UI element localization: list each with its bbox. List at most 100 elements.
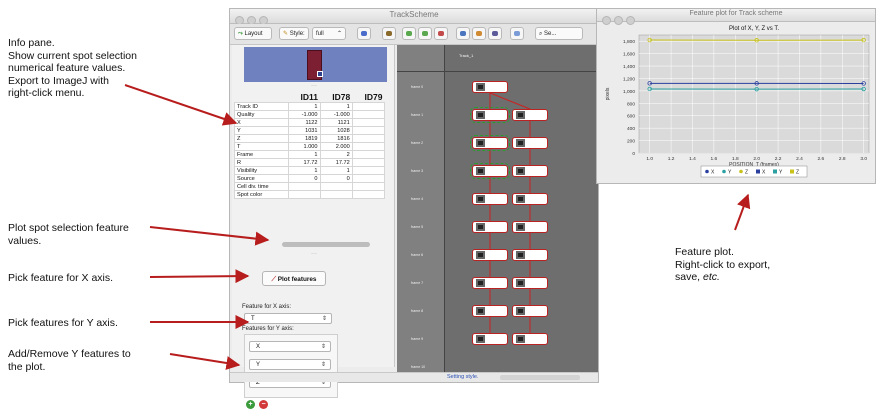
display-icon[interactable] [357, 27, 371, 40]
style-select[interactable]: full ⌃ [312, 27, 346, 40]
y-feature-select[interactable]: Y⇕ [249, 359, 331, 370]
spot-node[interactable] [472, 221, 508, 233]
annotation-feature-plot: Feature plot. Right-click to export, sav… [675, 246, 770, 284]
spot-node[interactable] [512, 137, 548, 149]
spot-node[interactable] [472, 81, 508, 93]
spot-node[interactable] [472, 277, 508, 289]
spot-thumbnail-icon [476, 279, 485, 287]
legend-label: Z [796, 170, 799, 176]
frame-label: frame 5 [411, 225, 423, 229]
y-feature-value: X [256, 344, 260, 350]
spot-node[interactable] [472, 249, 508, 261]
spot-node[interactable] [512, 249, 548, 261]
info-pane[interactable]: ··· ID11 ID78 ID79 Track ID11Quality-1.0… [232, 45, 395, 367]
y-tick-label: 1,800 [623, 39, 635, 45]
annotation-y-axis: Pick features for Y axis. [8, 317, 118, 330]
spot-node[interactable] [512, 109, 548, 121]
frame-label: frame 8 [411, 309, 423, 313]
x-tick-label: 1.2 [668, 156, 675, 162]
table-row: X11221121 [235, 119, 385, 127]
spot-node[interactable] [472, 165, 508, 177]
annotation-line: Pick feature for X axis. [8, 272, 113, 285]
spot-thumbnail-icon [476, 223, 485, 231]
layout-label: Layout [244, 31, 262, 37]
trackscheme-graph[interactable]: Track_1 frame 0frame 1frame 2frame 3fram… [397, 45, 598, 377]
spot-node[interactable] [472, 109, 508, 121]
spot-node[interactable] [472, 333, 508, 345]
feature-value-cell [352, 119, 384, 127]
trackscheme-toolbar: ⤳ Layout ✎ Style: full ⌃ ⌕ Se... [230, 24, 598, 45]
spot-thumbnail-icon [476, 195, 485, 203]
table-scrollbar[interactable] [282, 242, 370, 247]
spot-node[interactable] [512, 333, 548, 345]
spot-node[interactable] [512, 193, 548, 205]
search-field[interactable]: ⌕ Se... [535, 27, 583, 40]
splitter-dots[interactable]: ··· [311, 251, 317, 257]
feature-chart[interactable]: Plot of X, Y, Z vs T.02004006008001,0001… [597, 21, 875, 183]
refresh-icon[interactable] [456, 27, 470, 40]
spot-node[interactable] [472, 305, 508, 317]
splitter-dots[interactable]: ··· [311, 83, 317, 89]
spot-node[interactable] [512, 277, 548, 289]
x-feature-select[interactable]: T⇕ [244, 313, 332, 324]
column-header: ID79 [352, 91, 384, 103]
y-feature-select[interactable]: X⇕ [249, 341, 331, 352]
spot-thumbnail-icon [516, 279, 525, 287]
feature-value-cell [352, 191, 384, 199]
feature-name-cell: X [235, 119, 289, 127]
feature-name-cell: Track ID [235, 103, 289, 111]
zoom-out-icon[interactable] [418, 27, 432, 40]
plot-features-button[interactable]: ⟋ Plot features [262, 271, 326, 286]
feature-value-cell [352, 135, 384, 143]
feature-value-cell [320, 191, 352, 199]
feature-table-body: Track ID11Quality-1.000-1.000X11221121Y1… [235, 103, 385, 199]
spot-thumbnail-icon [476, 83, 485, 91]
spot-thumbnail-icon [516, 139, 525, 147]
remove-feature-button[interactable]: − [259, 400, 268, 409]
y-tick-label: 400 [627, 126, 635, 132]
frame-label: frame 9 [411, 337, 423, 341]
style-icon: ✎ [283, 31, 288, 37]
table-corner [235, 91, 289, 103]
feature-value-cell: 2 [320, 151, 352, 159]
track-edge [490, 93, 530, 109]
table-row: T1.0002.000 [235, 143, 385, 151]
window-title: Feature plot for Track scheme [597, 10, 875, 17]
export-icon[interactable] [488, 27, 502, 40]
spot-node[interactable] [512, 221, 548, 233]
annotation-line: Show current spot selection [8, 50, 137, 63]
plot-area [639, 35, 869, 153]
zoom-fit-icon[interactable] [434, 27, 448, 40]
feature-value-cell [289, 191, 321, 199]
pen-icon[interactable] [382, 27, 396, 40]
feature-value-cell [352, 175, 384, 183]
feature-value-cell: 17.72 [289, 159, 321, 167]
feature-value-cell: 1819 [289, 135, 321, 143]
feature-value-cell: -1.000 [320, 111, 352, 119]
spot-node[interactable] [512, 165, 548, 177]
spot-node[interactable] [512, 305, 548, 317]
spot-thumbnail-icon [516, 195, 525, 203]
capture-icon[interactable] [472, 27, 486, 40]
annotation-line: the plot. [8, 361, 131, 374]
zoom-in-icon[interactable] [402, 27, 416, 40]
feature-value-cell: 1122 [289, 119, 321, 127]
outline-icon[interactable] [510, 27, 524, 40]
y-feature-value: Y [256, 362, 260, 368]
table-row: Track ID11 [235, 103, 385, 111]
legend-marker [722, 170, 726, 174]
spot-node[interactable] [472, 193, 508, 205]
feature-plot-window[interactable]: Feature plot for Track scheme Plot of X,… [596, 8, 876, 184]
feature-table[interactable]: ID11 ID78 ID79 Track ID11Quality-1.000-1… [234, 91, 385, 199]
feature-value-cell: 1 [289, 151, 321, 159]
layout-button[interactable]: ⤳ Layout [234, 27, 272, 40]
add-feature-button[interactable]: + [246, 400, 255, 409]
spot-node[interactable] [472, 137, 508, 149]
legend-marker [790, 170, 794, 174]
spot-thumbnail-icon [516, 307, 525, 315]
annotation-plot-features: Plot spot selection feature values. [8, 222, 129, 247]
annotation-line: values. [8, 235, 129, 248]
feature-name-cell: Quality [235, 111, 289, 119]
style-button[interactable]: ✎ Style: [279, 27, 309, 40]
x-tick-label: 1.4 [689, 156, 696, 162]
